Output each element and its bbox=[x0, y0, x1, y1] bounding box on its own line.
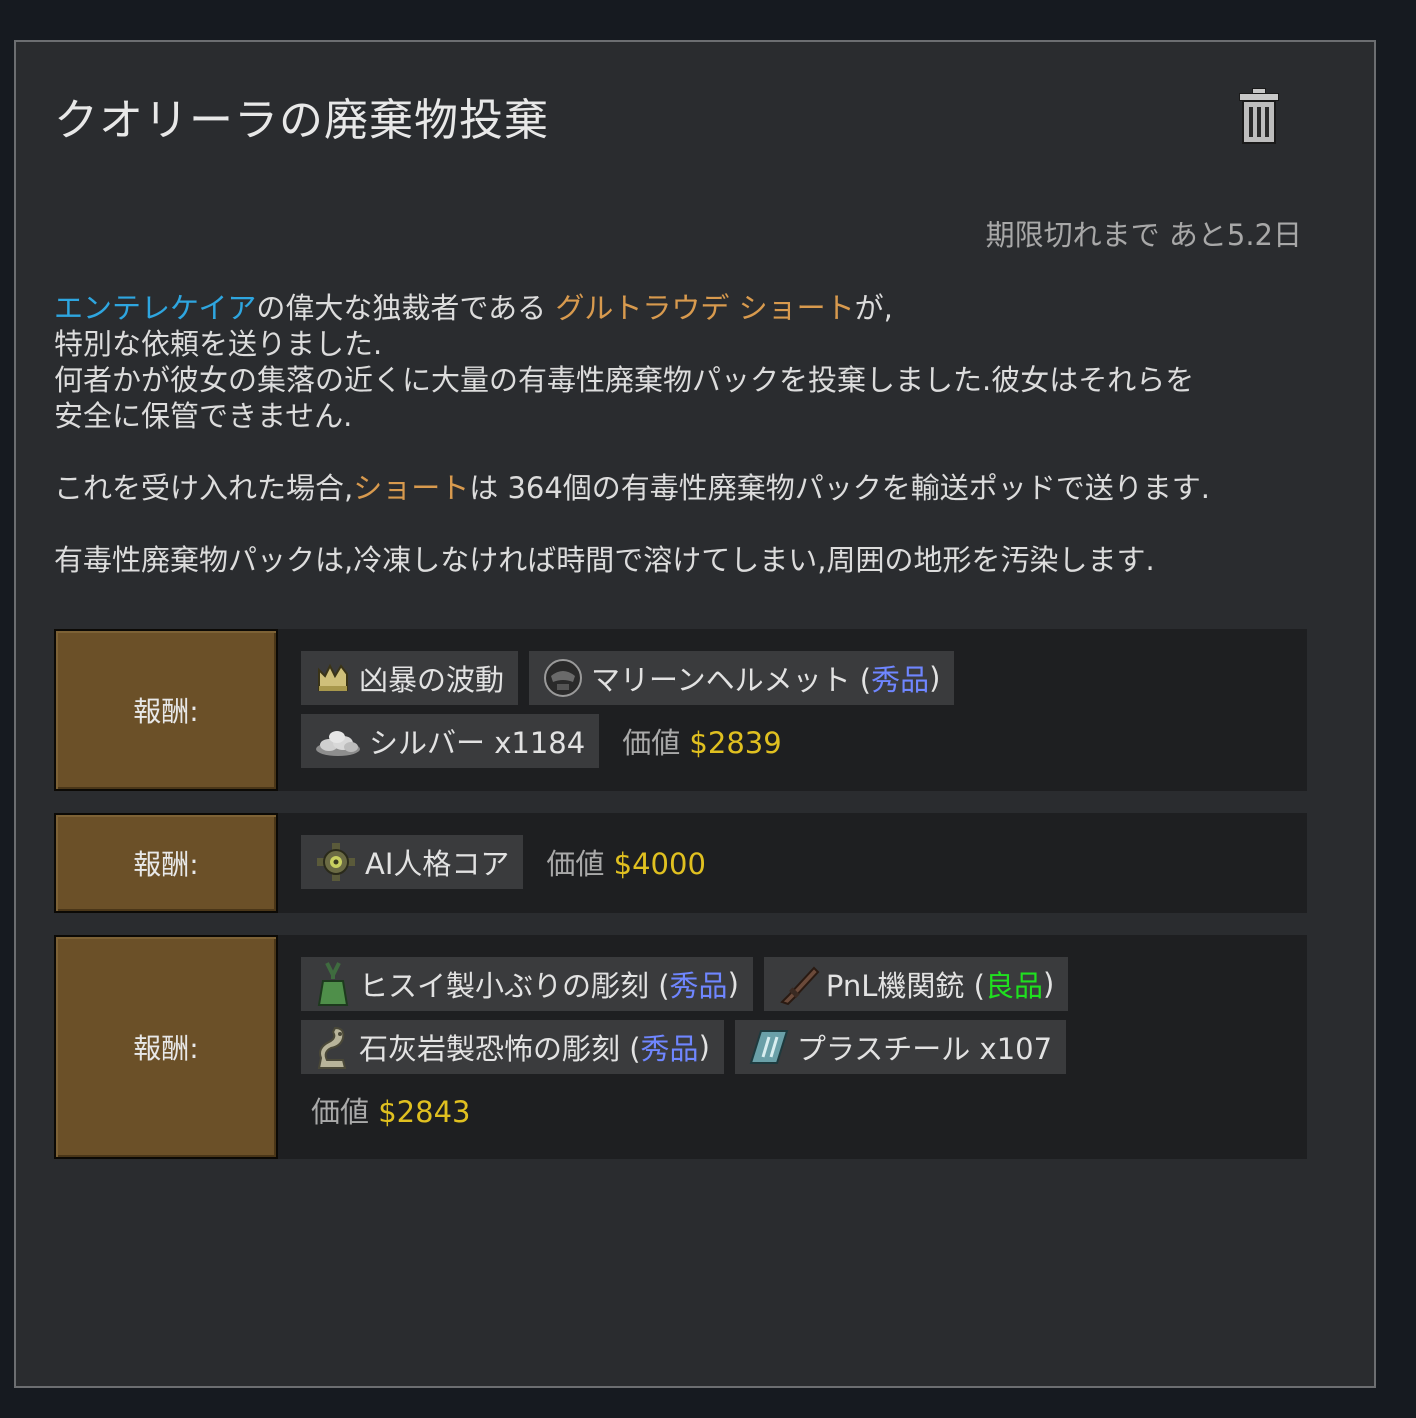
reward-item[interactable]: シルバー x1184 bbox=[301, 714, 600, 768]
reward-choose-button[interactable]: 報酬: bbox=[54, 813, 278, 913]
description-text: は 364個の有毒性廃棄物パックを輸送ポッドで送ります. bbox=[469, 471, 1211, 505]
reward-item[interactable]: マリーンヘルメット (秀品) bbox=[529, 651, 955, 705]
reward-option-1: 報酬: 凶暴の波動 マリーンヘルメット (秀品) シルバー x1184 価値 $… bbox=[54, 629, 1307, 791]
quest-panel: クオリーラの廃棄物投棄 期限切れまで あと5.2日 エンテレケイアの偉大な独裁者… bbox=[14, 40, 1376, 1388]
quality-label: 秀品 bbox=[669, 969, 728, 1003]
plasteel-icon bbox=[749, 1030, 789, 1064]
trash-icon[interactable] bbox=[1236, 86, 1282, 146]
reward-item-label-end: ) bbox=[929, 661, 941, 695]
leader-name[interactable]: グルトラウデ ショート bbox=[555, 291, 854, 325]
value-amount: $2843 bbox=[378, 1095, 471, 1129]
quality-label: 秀品 bbox=[640, 1032, 699, 1066]
reward-item-label: ヒスイ製小ぶりの彫刻 ( bbox=[359, 969, 670, 1003]
expiry-text: 期限切れまで あと5.2日 bbox=[985, 218, 1302, 252]
reward-item-label: PnL機関銃 ( bbox=[825, 969, 985, 1003]
reward-option-2: 報酬: AI人格コア 価値 $4000 bbox=[54, 813, 1307, 913]
reward-choose-button[interactable]: 報酬: bbox=[54, 935, 278, 1159]
reward-item-label: AI人格コア bbox=[365, 847, 510, 881]
quality-label: 良品 bbox=[984, 969, 1043, 1003]
reward-value: 価値 $4000 bbox=[546, 841, 706, 883]
reward-item[interactable]: PnL機関銃 (良品) bbox=[763, 957, 1069, 1011]
faction-name[interactable]: エンテレケイア bbox=[54, 291, 256, 325]
psychic-crown-icon bbox=[318, 663, 348, 691]
reward-item-label: 石灰岩製恐怖の彫刻 ( bbox=[359, 1032, 641, 1066]
description-line: 何者かが彼女の集落の近くに大量の有毒性廃棄物パックを投棄しました.彼女はそれらを bbox=[54, 363, 1195, 397]
reward-value: 価値 $2843 bbox=[311, 1089, 471, 1131]
value-amount: $2839 bbox=[689, 726, 782, 760]
silver-pile-icon bbox=[316, 731, 360, 756]
reward-item-label: マリーンヘルメット ( bbox=[591, 663, 872, 697]
stone-sculpture-icon bbox=[317, 1026, 347, 1069]
helmet-icon bbox=[544, 659, 583, 697]
description-line: 安全に保管できません. bbox=[54, 399, 353, 433]
description-text: が, bbox=[854, 291, 893, 325]
reward-item[interactable]: プラスチール x107 bbox=[734, 1020, 1067, 1074]
reward-item-label: シルバー x1184 bbox=[369, 726, 586, 760]
machine-gun-icon bbox=[780, 966, 820, 1006]
quest-description: エンテレケイアの偉大な独裁者である グルトラウデ ショートが, 特別な依頼を送り… bbox=[54, 290, 1344, 578]
reward-option-3: 報酬: ヒスイ製小ぶりの彫刻 (秀品) PnL機関銃 (良品) 石灰岩製恐怖の彫… bbox=[54, 935, 1307, 1159]
description-text: これを受け入れた場合, bbox=[54, 471, 354, 505]
value-label: 価値 bbox=[622, 726, 681, 760]
description-line: これを受け入れた場合,ショートは 364個の有毒性廃棄物パックを輸送ポッドで送り… bbox=[54, 470, 1344, 506]
value-amount: $4000 bbox=[613, 847, 706, 881]
description-line: エンテレケイアの偉大な独裁者である グルトラウデ ショートが, bbox=[54, 290, 1344, 326]
reward-item-label-end: ) bbox=[1042, 967, 1055, 1001]
ai-core-icon bbox=[317, 843, 355, 881]
description-line: 有毒性廃棄物パックは,冷凍しなければ時間で溶けてしまい,周囲の地形を汚染します. bbox=[54, 543, 1155, 577]
quality-label: 秀品 bbox=[871, 663, 930, 697]
description-text: の偉大な独裁者である bbox=[256, 291, 556, 325]
reward-choose-button[interactable]: 報酬: bbox=[54, 629, 278, 791]
reward-item-label-end: ) bbox=[727, 967, 739, 1001]
reward-item-label: プラスチール x107 bbox=[796, 1032, 1053, 1066]
jade-sculpture-icon bbox=[317, 962, 349, 1006]
reward-item-label-end: ) bbox=[698, 1030, 710, 1064]
reward-item[interactable]: 石灰岩製恐怖の彫刻 (秀品) bbox=[301, 1020, 724, 1074]
value-label: 価値 bbox=[311, 1095, 370, 1129]
reward-item-label: 凶暴の波動 bbox=[359, 663, 505, 697]
reward-value: 価値 $2839 bbox=[622, 720, 782, 762]
reward-item[interactable]: 凶暴の波動 bbox=[301, 651, 519, 705]
value-label: 価値 bbox=[546, 847, 605, 881]
reward-item[interactable]: ヒスイ製小ぶりの彫刻 (秀品) bbox=[301, 957, 753, 1011]
leader-short-name[interactable]: ショート bbox=[353, 471, 469, 505]
quest-title: クオリーラの廃棄物投棄 bbox=[54, 95, 549, 146]
description-line: 特別な依頼を送りました. bbox=[54, 327, 383, 361]
reward-item[interactable]: AI人格コア bbox=[301, 835, 524, 889]
